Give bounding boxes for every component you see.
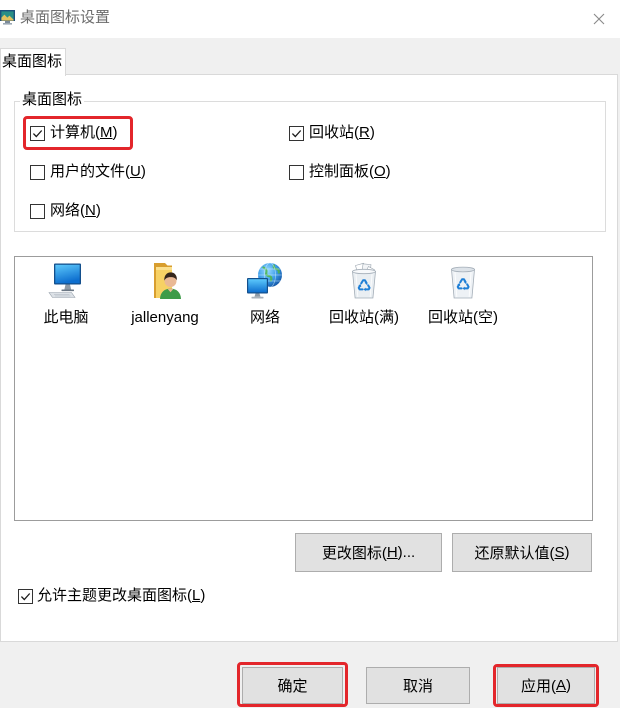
checkbox-user-files[interactable]: 用户的文件(U) — [30, 163, 146, 181]
list-item-label: jallenyang — [131, 309, 199, 326]
accelerator-key: M — [100, 124, 113, 141]
icon-list[interactable]: 此电脑 jallenyang 网络 回收站(满) 回收站(空) — [14, 256, 593, 521]
checkbox-allow-themes[interactable]: 允许主题更改桌面图标(L) — [18, 587, 205, 605]
list-item-label: 此电脑 — [43, 309, 89, 326]
checkbox-box[interactable] — [30, 164, 45, 180]
checkbox-box[interactable] — [30, 125, 45, 141]
network-icon — [247, 262, 282, 299]
accelerator-key: S — [554, 544, 565, 561]
checkbox-label: 回收站(R) — [309, 124, 375, 141]
accelerator-key: L — [192, 587, 201, 604]
list-item-label: 网络 — [249, 309, 280, 326]
checkbox-label: 允许主题更改桌面图标(L) — [37, 587, 206, 604]
accelerator-key: H — [386, 544, 398, 561]
tab-desktop-icons[interactable]: 桌面图标 — [0, 48, 66, 76]
change-icon-button[interactable]: 更改图标(H)... — [295, 533, 442, 572]
tab-panel: 桌面图标 计算机(M) 回收站(R) 用户的文件(U) 控制面板(O) 网络(N… — [0, 74, 618, 642]
checkmark-icon — [20, 592, 31, 600]
list-item-recycle-bin-empty[interactable]: 回收站(空) — [414, 261, 512, 331]
checkmark-icon — [291, 129, 302, 137]
this-pc-icon — [48, 263, 81, 298]
accelerator-key: A — [555, 677, 566, 694]
ok-button[interactable]: 确定 — [242, 667, 343, 704]
group-label: 桌面图标 — [20, 91, 85, 109]
checkbox-label: 控制面板(O) — [309, 163, 391, 180]
checkbox-label: 网络(N) — [50, 202, 101, 219]
list-item-recycle-bin-full[interactable]: 回收站(满) — [315, 261, 413, 331]
list-item-this-pc[interactable]: 此电脑 — [17, 261, 115, 331]
user-folder-icon — [154, 263, 181, 299]
cancel-button[interactable]: 取消 — [366, 667, 470, 704]
close-button[interactable] — [578, 0, 620, 38]
checkbox-network[interactable]: 网络(N) — [30, 202, 101, 220]
desktop-icons-group: 桌面图标 计算机(M) 回收站(R) 用户的文件(U) 控制面板(O) 网络(N… — [14, 91, 606, 232]
accelerator-key: N — [85, 202, 96, 219]
title-bar: 桌面图标设置 — [0, 0, 620, 38]
dialog-footer: 确定 取消 应用(A) — [0, 642, 620, 708]
checkbox-label: 用户的文件(U) — [50, 163, 146, 180]
window-title: 桌面图标设置 — [20, 9, 111, 26]
accelerator-key: U — [130, 163, 141, 180]
checkbox-box[interactable] — [30, 203, 45, 219]
recycle-bin-full-icon — [352, 262, 376, 299]
list-item-label: 回收站(满) — [329, 309, 399, 326]
accelerator-key: O — [374, 163, 386, 180]
checkmark-icon — [32, 129, 43, 137]
checkbox-recycle-bin[interactable]: 回收站(R) — [289, 124, 375, 142]
list-item-user-folder[interactable]: jallenyang — [116, 261, 214, 331]
accelerator-key: R — [359, 124, 370, 141]
list-item-label: 回收站(空) — [428, 309, 498, 326]
checkbox-box[interactable] — [18, 588, 33, 604]
close-icon[interactable] — [593, 13, 605, 25]
recycle-bin-empty-icon — [451, 266, 475, 299]
checkbox-box[interactable] — [289, 125, 304, 141]
checkbox-control-panel[interactable]: 控制面板(O) — [289, 163, 391, 181]
desktop-icon-settings-icon — [0, 10, 15, 25]
checkbox-label: 计算机(M) — [50, 124, 118, 141]
apply-button[interactable]: 应用(A) — [497, 667, 595, 704]
restore-default-button[interactable]: 还原默认值(S) — [452, 533, 592, 572]
list-item-network[interactable]: 网络 — [216, 261, 314, 331]
checkbox-computer[interactable]: 计算机(M) — [30, 124, 118, 142]
checkbox-box[interactable] — [289, 164, 304, 180]
